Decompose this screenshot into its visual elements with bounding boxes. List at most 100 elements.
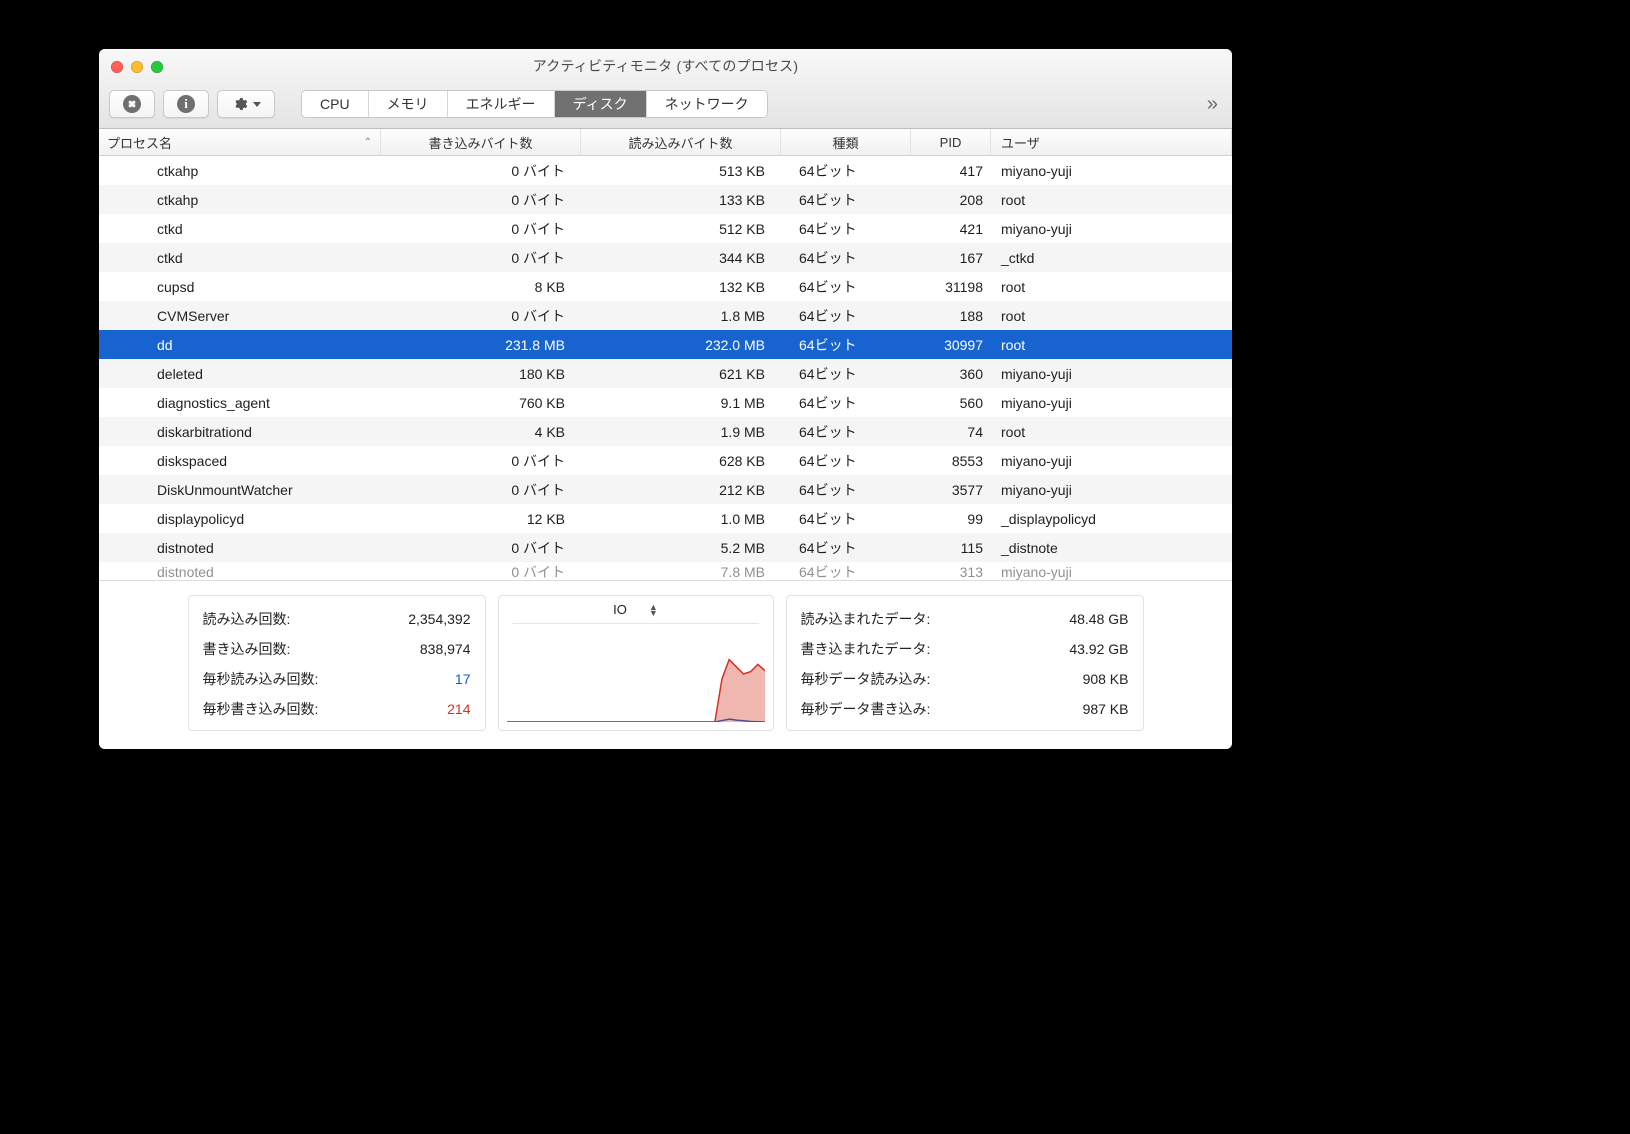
cell-read: 212 KB <box>581 482 781 498</box>
actions-menu-button[interactable] <box>217 90 275 118</box>
cell-name: CVMServer <box>99 308 381 324</box>
tab-disk[interactable]: ディスク <box>555 91 647 117</box>
cell-read: 621 KB <box>581 366 781 382</box>
table-row[interactable]: ctkd0 バイト512 KB64ビット421miyano-yuji <box>99 214 1232 243</box>
table-row[interactable]: dd231.8 MB232.0 MB64ビット30997root <box>99 330 1232 359</box>
table-row[interactable]: ctkahp0 バイト513 KB64ビット417miyano-yuji <box>99 156 1232 185</box>
data-write-sec-label: 毎秒データ書き込み: <box>801 694 931 724</box>
updown-stepper-icon: ▲▼ <box>649 604 658 616</box>
cell-write: 8 KB <box>381 279 581 295</box>
cell-kind: 64ビット <box>781 451 911 471</box>
cell-write: 0 バイト <box>381 451 581 471</box>
cell-write: 180 KB <box>381 366 581 382</box>
cell-write: 760 KB <box>381 395 581 411</box>
cell-user: _distnote <box>991 540 1232 556</box>
cell-write: 4 KB <box>381 424 581 440</box>
table-row[interactable]: ctkd0 バイト344 KB64ビット167_ctkd <box>99 243 1232 272</box>
table-row[interactable]: ctkahp0 バイト133 KB64ビット208root <box>99 185 1232 214</box>
table-row[interactable]: diskspaced0 バイト628 KB64ビット8553miyano-yuj… <box>99 446 1232 475</box>
cell-name: deleted <box>99 366 381 382</box>
data-written-value: 43.92 GB <box>1069 634 1128 664</box>
cell-write: 231.8 MB <box>381 337 581 353</box>
tab-network[interactable]: ネットワーク <box>647 91 767 117</box>
cell-user: miyano-yuji <box>991 482 1232 498</box>
table-header: プロセス名 ⌃ 書き込みバイト数 読み込みバイト数 種類 PID ユーザ <box>99 129 1232 156</box>
table-row[interactable]: cupsd8 KB132 KB64ビット31198root <box>99 272 1232 301</box>
process-table[interactable]: ctkahp0 バイト513 KB64ビット417miyano-yujictka… <box>99 156 1232 580</box>
cell-name: diskspaced <box>99 453 381 469</box>
cell-name: ctkd <box>99 250 381 266</box>
col-pid[interactable]: PID <box>911 129 991 155</box>
cell-pid: 30997 <box>911 337 991 353</box>
table-row[interactable]: distnoted0 バイト7.8 MB64ビット313miyano-yuji <box>99 562 1232 580</box>
cell-write: 0 バイト <box>381 306 581 326</box>
cell-name: dd <box>99 337 381 353</box>
toolbar-overflow-button[interactable]: » <box>1207 93 1222 116</box>
cell-write: 0 バイト <box>381 538 581 558</box>
cell-pid: 313 <box>911 564 991 580</box>
data-read-sec-label: 毎秒データ読み込み: <box>801 664 931 694</box>
cell-read: 1.0 MB <box>581 511 781 527</box>
writes-sec-label: 毎秒書き込み回数: <box>203 694 319 724</box>
chart-mode-select[interactable]: IO ▲▼ <box>512 602 760 624</box>
cell-write: 0 バイト <box>381 562 581 580</box>
stop-icon <box>123 95 141 113</box>
col-bytes-read[interactable]: 読み込みバイト数 <box>581 129 781 155</box>
cell-user: miyano-yuji <box>991 163 1232 179</box>
writes-value: 838,974 <box>420 634 471 664</box>
col-bytes-written[interactable]: 書き込みバイト数 <box>381 129 581 155</box>
table-row[interactable]: deleted180 KB621 KB64ビット360miyano-yuji <box>99 359 1232 388</box>
cell-write: 12 KB <box>381 511 581 527</box>
tab-memory[interactable]: メモリ <box>369 91 448 117</box>
sort-indicator-icon: ⌃ <box>364 137 372 148</box>
table-row[interactable]: CVMServer0 バイト1.8 MB64ビット188root <box>99 301 1232 330</box>
cell-read: 628 KB <box>581 453 781 469</box>
cell-write: 0 バイト <box>381 480 581 500</box>
col-kind[interactable]: 種類 <box>781 129 911 155</box>
io-counts-panel: 読み込み回数:2,354,392 書き込み回数:838,974 毎秒読み込み回数… <box>188 595 486 731</box>
cell-user: root <box>991 192 1232 208</box>
table-row[interactable]: diskarbitrationd4 KB1.9 MB64ビット74root <box>99 417 1232 446</box>
col-user[interactable]: ユーザ <box>991 129 1232 155</box>
cell-user: miyano-yuji <box>991 564 1232 580</box>
data-read-sec-value: 908 KB <box>1083 664 1129 694</box>
cell-pid: 74 <box>911 424 991 440</box>
stop-process-button[interactable] <box>109 90 155 118</box>
info-icon: i <box>177 95 195 113</box>
cell-name: distnoted <box>99 540 381 556</box>
cell-read: 512 KB <box>581 221 781 237</box>
cell-pid: 167 <box>911 250 991 266</box>
cell-read: 7.8 MB <box>581 564 781 580</box>
cell-kind: 64ビット <box>781 562 911 580</box>
cell-pid: 8553 <box>911 453 991 469</box>
cell-user: root <box>991 337 1232 353</box>
io-chart-panel: IO ▲▼ <box>498 595 774 731</box>
cell-name: distnoted <box>99 564 381 580</box>
cell-pid: 3577 <box>911 482 991 498</box>
io-data-panel: 読み込まれたデータ:48.48 GB 書き込まれたデータ:43.92 GB 毎秒… <box>786 595 1144 731</box>
cell-user: miyano-yuji <box>991 395 1232 411</box>
titlebar: アクティビティモニタ (すべてのプロセス) i <box>99 49 1232 129</box>
tab-cpu[interactable]: CPU <box>302 91 369 117</box>
data-write-sec-value: 987 KB <box>1083 694 1129 724</box>
col-process-name[interactable]: プロセス名 ⌃ <box>99 129 381 155</box>
cell-pid: 188 <box>911 308 991 324</box>
cell-read: 133 KB <box>581 192 781 208</box>
cell-kind: 64ビット <box>781 422 911 442</box>
cell-read: 5.2 MB <box>581 540 781 556</box>
cell-name: ctkahp <box>99 163 381 179</box>
table-row[interactable]: distnoted0 バイト5.2 MB64ビット115_distnote <box>99 533 1232 562</box>
tab-energy[interactable]: エネルギー <box>448 91 555 117</box>
table-row[interactable]: diagnostics_agent760 KB9.1 MB64ビット560miy… <box>99 388 1232 417</box>
data-read-value: 48.48 GB <box>1069 604 1128 634</box>
table-row[interactable]: displaypolicyd12 KB1.0 MB64ビット99_display… <box>99 504 1232 533</box>
table-row[interactable]: DiskUnmountWatcher0 バイト212 KB64ビット3577mi… <box>99 475 1232 504</box>
cell-kind: 64ビット <box>781 248 911 268</box>
cell-pid: 115 <box>911 540 991 556</box>
cell-read: 513 KB <box>581 163 781 179</box>
cell-write: 0 バイト <box>381 161 581 181</box>
inspect-process-button[interactable]: i <box>163 90 209 118</box>
cell-user: root <box>991 279 1232 295</box>
reads-value: 2,354,392 <box>408 604 470 634</box>
cell-kind: 64ビット <box>781 393 911 413</box>
